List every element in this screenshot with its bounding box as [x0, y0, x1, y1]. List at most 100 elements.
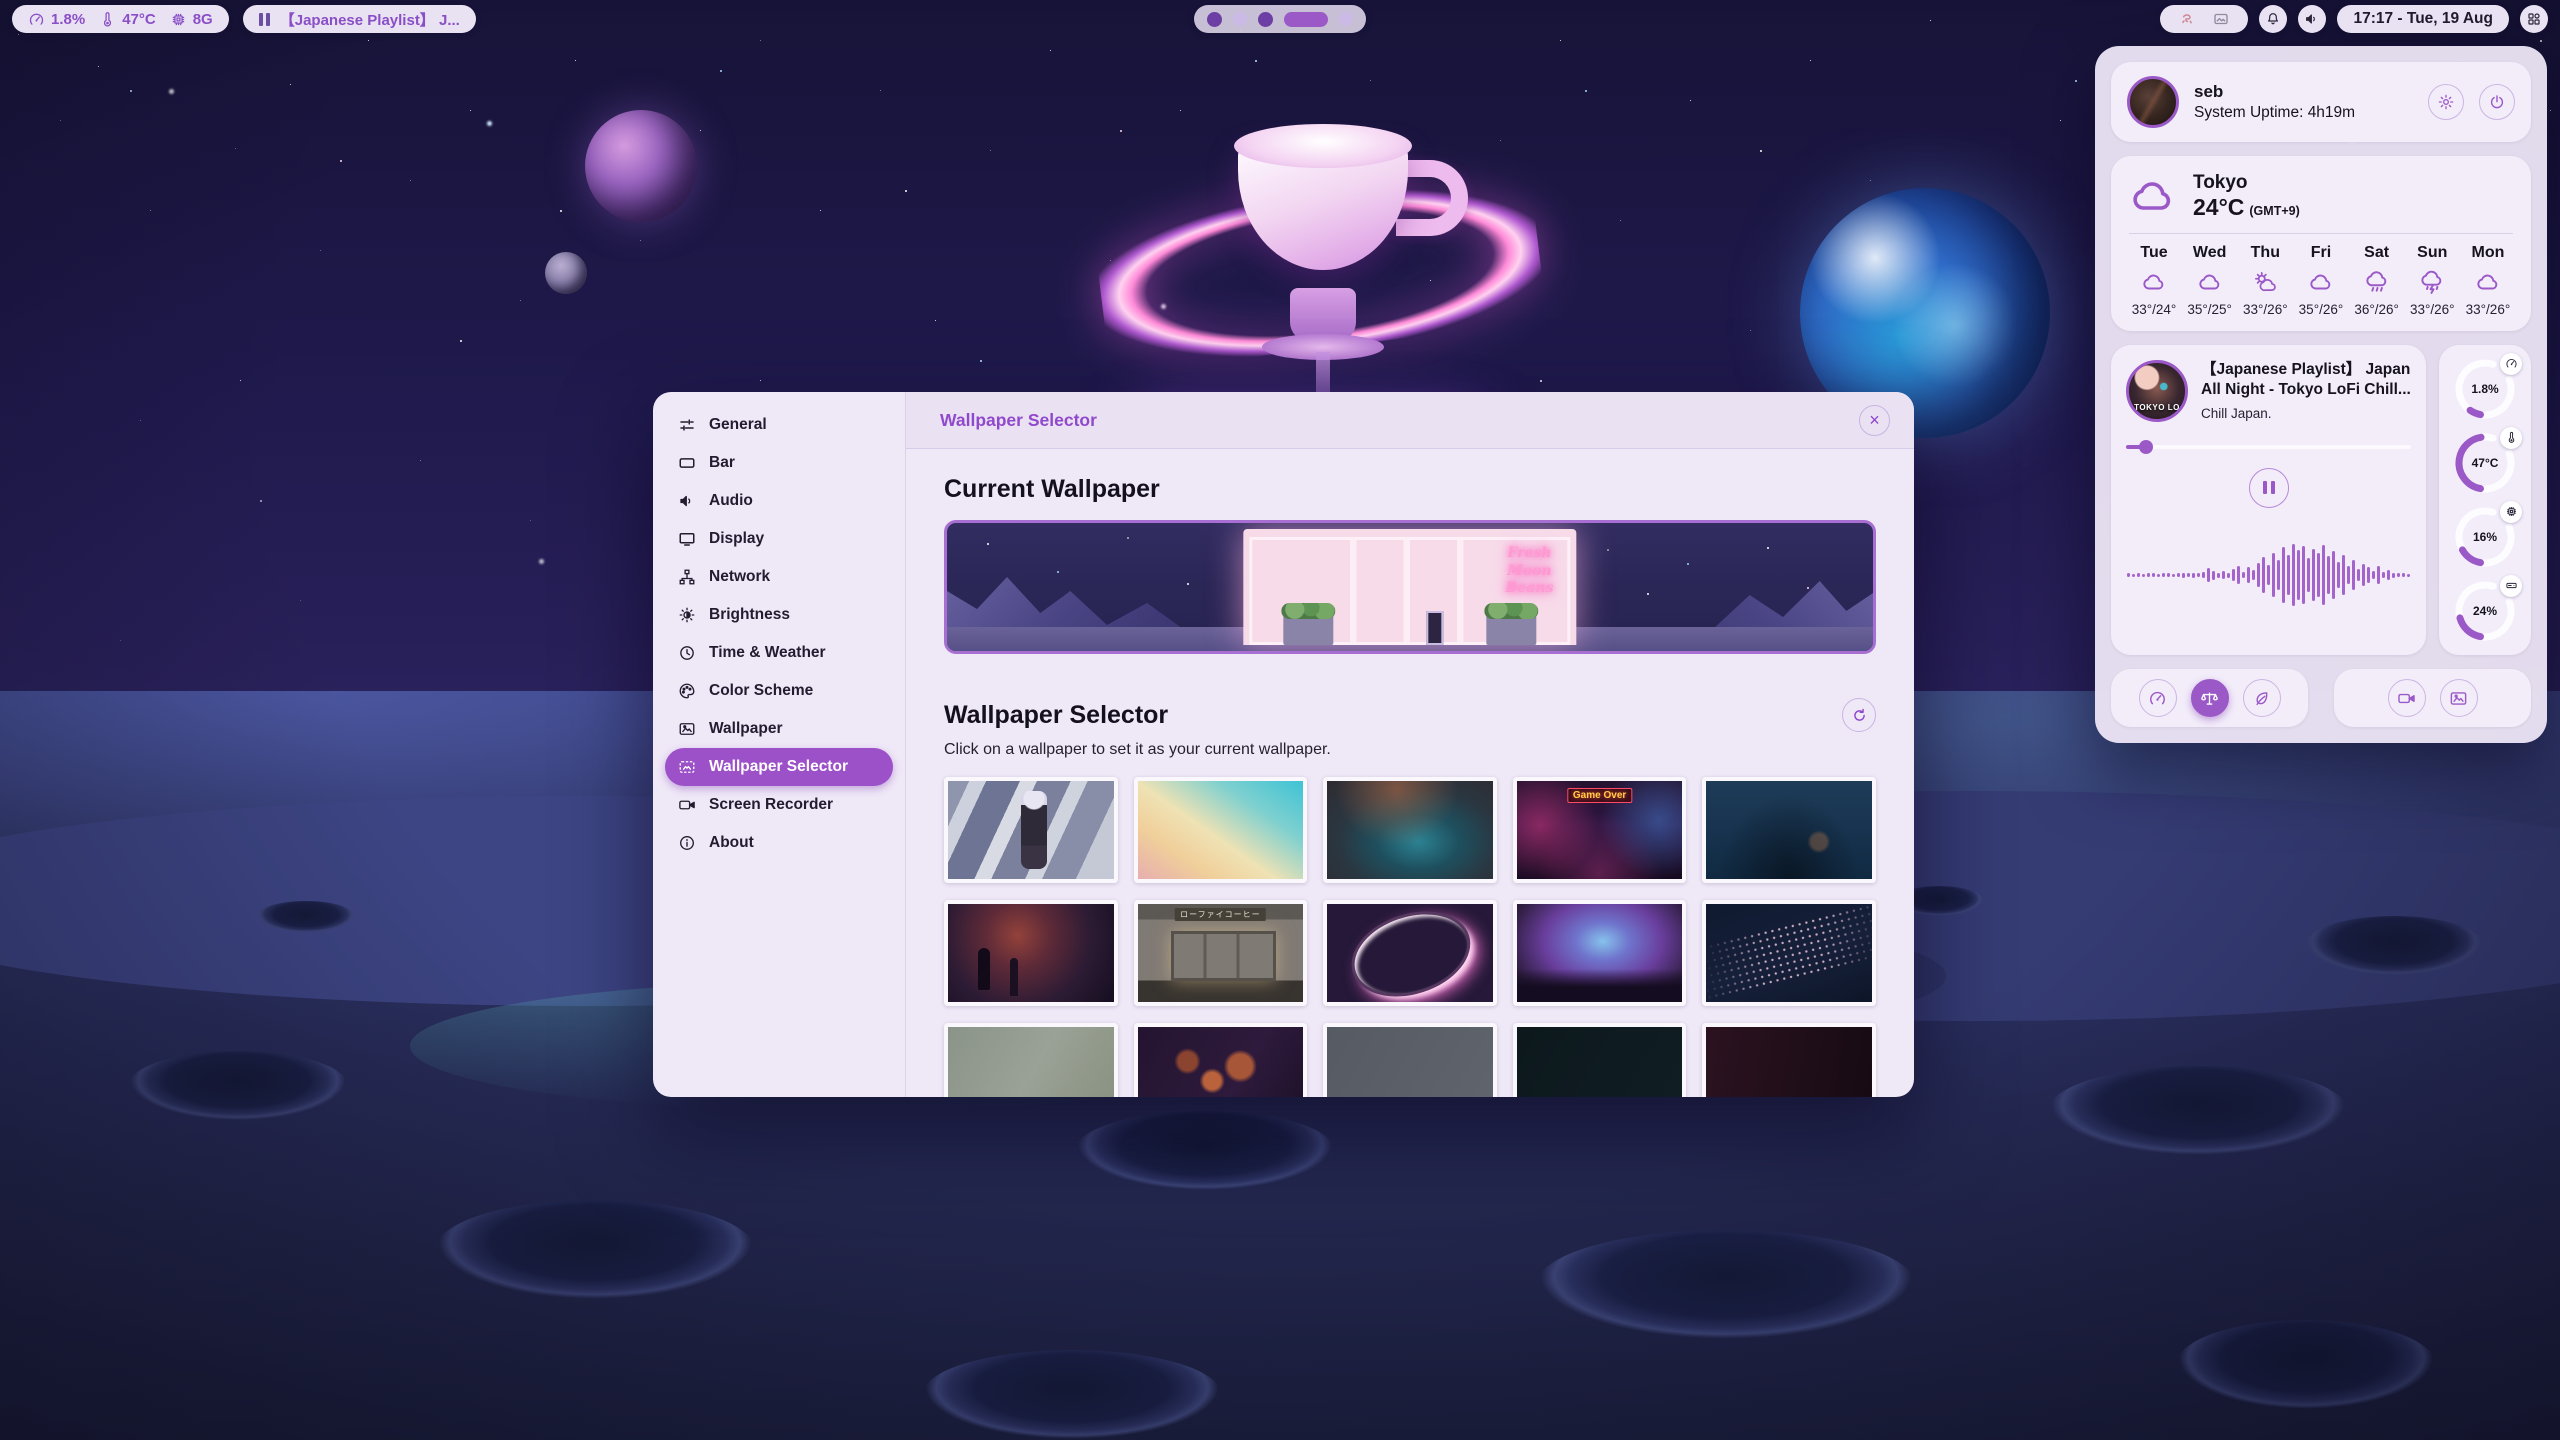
- preview-coffee-shop: Fresh Moon Beans: [1243, 529, 1576, 645]
- video-camera-icon: [2397, 689, 2416, 708]
- bar-icon: [678, 454, 696, 472]
- wallpaper-thumb-particle-mesh[interactable]: [1702, 900, 1876, 1006]
- sidebar-item-time-weather[interactable]: Time & Weather: [665, 634, 893, 672]
- screen-record-button[interactable]: [2388, 679, 2426, 717]
- powersave-profile-button[interactable]: [2243, 679, 2281, 717]
- wallpaper-thumb-lofi-coffee-shop[interactable]: ローファイコーヒー: [1134, 900, 1308, 1006]
- close-button[interactable]: ×: [1859, 405, 1890, 436]
- wallpaper-thumb-gray-green[interactable]: [944, 1023, 1118, 1097]
- wallpaper-thumb-nebula-forest[interactable]: [1513, 900, 1687, 1006]
- scales-icon: [2200, 689, 2219, 708]
- sidebar-item-audio[interactable]: Audio: [665, 482, 893, 520]
- thumb-caption: ローファイコーヒー: [1175, 908, 1266, 921]
- seek-slider[interactable]: [2126, 440, 2411, 454]
- power-button[interactable]: [2479, 84, 2515, 120]
- performance-profile-button[interactable]: [2139, 679, 2177, 717]
- track-title: 【Japanese Playlist】 Japan All Night - To…: [2201, 360, 2411, 401]
- notifications-button[interactable]: [2259, 5, 2287, 33]
- clock-pill[interactable]: 17:17 - Tue, 19 Aug: [2337, 5, 2509, 33]
- wstorm-icon: [2419, 269, 2445, 295]
- sidebar-item-network[interactable]: Network: [665, 558, 893, 596]
- info-icon: [678, 834, 696, 852]
- wallpaper-thumb-pastel-gradient[interactable]: [1134, 777, 1308, 883]
- settings-window: GeneralBarAudioDisplayNetworkBrightnessT…: [653, 392, 1914, 1097]
- refresh-icon: [1851, 707, 1868, 724]
- sidebar-item-general[interactable]: General: [665, 406, 893, 444]
- selector-icon: [678, 758, 696, 776]
- wallpaper-thumb-anime-crosswalk[interactable]: [944, 777, 1118, 883]
- wcloud-icon: [2141, 269, 2167, 295]
- refresh-button[interactable]: [1842, 698, 1876, 732]
- audio-waveform: [2126, 508, 2411, 643]
- forecast-sun: Sun33°/26°: [2407, 244, 2457, 317]
- selector-heading: Wallpaper Selector: [944, 701, 1842, 730]
- power-profile-card: [2111, 669, 2308, 727]
- wallpaper-thumb-autumn-dark[interactable]: [1134, 1023, 1308, 1097]
- balanced-profile-button[interactable]: [2191, 679, 2229, 717]
- now-playing-pill[interactable]: 【Japanese Playlist】 J...: [243, 5, 476, 33]
- media-player-card: TOKYO LO 【Japanese Playlist】 Japan All N…: [2111, 345, 2426, 655]
- settings-main: Wallpaper Selector × Current Wallpaper F…: [906, 392, 1914, 1097]
- wallpaper-thumb-red-forest-figure[interactable]: [944, 900, 1118, 1006]
- sidebar-item-screen-recorder[interactable]: Screen Recorder: [665, 786, 893, 824]
- wcloud-icon: [2197, 269, 2223, 295]
- wallpaper-tool-button[interactable]: [2440, 679, 2478, 717]
- workspace-dot[interactable]: [1207, 12, 1222, 27]
- sidebar-item-color-scheme[interactable]: Color Scheme: [665, 672, 893, 710]
- system-tray-pill: [2160, 5, 2248, 33]
- user-name: seb: [2194, 82, 2413, 102]
- settings-button[interactable]: [2428, 84, 2464, 120]
- seek-thumb[interactable]: [2139, 440, 2153, 454]
- wallpaper-thumb-purple-light-ring[interactable]: [1323, 900, 1497, 1006]
- utilities-card: [2334, 669, 2531, 727]
- forecast-mon: Mon33°/26°: [2463, 244, 2513, 317]
- sidebar-item-bar[interactable]: Bar: [665, 444, 893, 482]
- user-card: seb System Uptime: 4h19m: [2111, 62, 2531, 142]
- temp-stat: 47°C: [99, 11, 156, 28]
- window-titlebar: Wallpaper Selector ×: [906, 392, 1914, 449]
- wallpaper-thumb-blurred-abstract[interactable]: [1323, 777, 1497, 883]
- audio-icon: [678, 492, 696, 510]
- pause-button[interactable]: [2249, 468, 2289, 508]
- apps-grid-icon: [2526, 11, 2542, 27]
- wallpaper-thumb-dark-maroon[interactable]: [1702, 1023, 1876, 1097]
- wallpaper-thumb-cyberpunk-arcade[interactable]: Game Over: [1513, 777, 1687, 883]
- tray-image-icon[interactable]: [2212, 10, 2230, 28]
- chip-icon: [2505, 505, 2518, 518]
- chip-icon: [170, 11, 187, 28]
- leaf-icon: [2252, 689, 2271, 708]
- system-stats-pill[interactable]: 1.8% 47°C 8G: [12, 5, 229, 33]
- brightness-icon: [678, 606, 696, 624]
- sidebar-item-brightness[interactable]: Brightness: [665, 596, 893, 634]
- thermometer-icon: [99, 11, 116, 28]
- palette-icon: [678, 682, 696, 700]
- cpu-stat: 1.8%: [28, 11, 85, 28]
- wallpaper-thumb-dark-teal[interactable]: [1513, 1023, 1687, 1097]
- workspace-active[interactable]: [1284, 12, 1328, 27]
- workspace-faint[interactable]: [1339, 12, 1353, 26]
- selector-description: Click on a wallpaper to set it as your c…: [944, 741, 1876, 759]
- workspace-dot[interactable]: [1258, 12, 1273, 27]
- preview-planter: [1283, 615, 1333, 645]
- dashboard-button[interactable]: [2520, 5, 2548, 33]
- forecast-thu: Thu33°/26°: [2240, 244, 2290, 317]
- tray-app-icon[interactable]: [2178, 10, 2196, 28]
- sidebar-list: GeneralBarAudioDisplayNetworkBrightnessT…: [665, 406, 893, 862]
- sidebar-item-about[interactable]: About: [665, 824, 893, 862]
- gauge-icon: [2505, 357, 2518, 370]
- settings-sidebar: GeneralBarAudioDisplayNetworkBrightnessT…: [653, 392, 906, 1097]
- wallpaper-thumb-slate-gray[interactable]: [1323, 1023, 1497, 1097]
- wallpaper-thumb-snowy-night-forest[interactable]: [1702, 777, 1876, 883]
- volume-button[interactable]: [2298, 5, 2326, 33]
- wcloud-icon: [2475, 269, 2501, 295]
- system-uptime: System Uptime: 4h19m: [2194, 104, 2413, 122]
- speaker-icon: [2304, 11, 2320, 27]
- window-title: Wallpaper Selector: [940, 410, 1859, 431]
- workspace-faint[interactable]: [1233, 12, 1247, 26]
- sidebar-item-display[interactable]: Display: [665, 520, 893, 558]
- sidebar-item-wallpaper[interactable]: Wallpaper: [665, 710, 893, 748]
- sidebar-item-wallpaper-selector[interactable]: Wallpaper Selector: [665, 748, 893, 786]
- wrain-icon: [2364, 269, 2390, 295]
- image-icon: [678, 720, 696, 738]
- pause-icon: [259, 13, 270, 26]
